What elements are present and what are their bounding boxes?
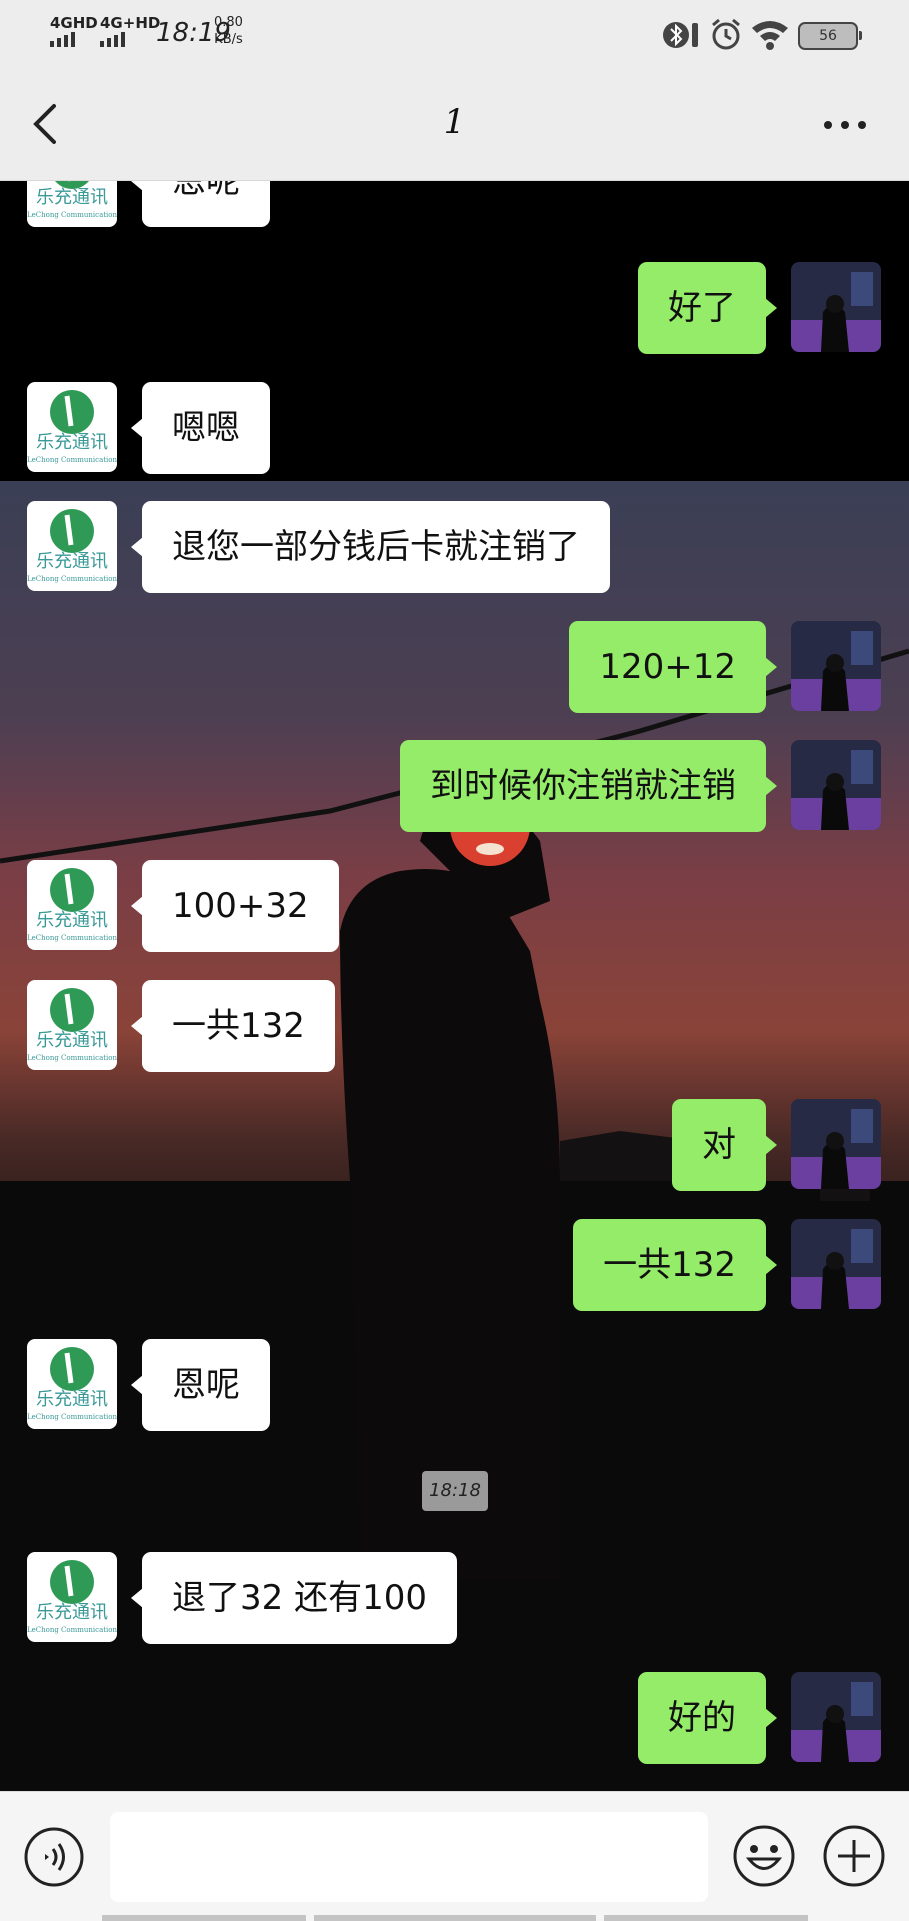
message-bubble-incoming[interactable]: 100+32 [131, 860, 339, 952]
avatar-brand-subtext: LeChong Communication [27, 934, 117, 942]
message-bubble-outgoing[interactable]: 好的 [638, 1672, 777, 1764]
message-bubble-incoming[interactable]: 退您一部分钱后卡就注销了 [131, 501, 610, 593]
signal-bars-icon [50, 32, 75, 47]
home-indicator [604, 1915, 808, 1921]
input-bar [0, 1791, 909, 1921]
avatar-brand-text: 乐充通讯 [36, 432, 108, 453]
contact-avatar[interactable]: 乐充通讯 LeChong Communication [27, 1552, 117, 1642]
contact-avatar[interactable]: 乐充通讯 LeChong Communication [27, 980, 117, 1070]
avatar-brand-text: 乐充通讯 [36, 551, 108, 572]
home-indicator [314, 1915, 596, 1921]
contact-avatar[interactable]: 乐充通讯 LeChong Communication [27, 382, 117, 472]
my-avatar[interactable] [791, 740, 881, 830]
message-bubble-outgoing[interactable]: 对 [672, 1099, 777, 1191]
message-bubble-incoming[interactable]: 嗯嗯 [131, 382, 270, 474]
chat-header: 1 [0, 68, 909, 181]
more-dots-icon[interactable] [820, 110, 870, 140]
avatar-brand-subtext: LeChong Communication [27, 456, 117, 464]
status-bar: 4GHD 4G+HD 18:19 0.80 KB/s 56 [0, 0, 909, 68]
message-bubble-outgoing[interactable]: 一共132 [573, 1219, 777, 1311]
message-timestamp: 18:18 [422, 1471, 488, 1511]
message-bubble-incoming[interactable]: 退了32 还有100 [131, 1552, 457, 1644]
avatar-brand-subtext: LeChong Communication [27, 575, 117, 583]
wifi-icon [752, 21, 788, 50]
my-avatar[interactable] [791, 262, 881, 352]
message-input[interactable] [110, 1812, 708, 1902]
avatar-brand-subtext: LeChong Communication [27, 1626, 117, 1634]
network-speed-value: 0.80 [214, 15, 243, 30]
contact-avatar[interactable]: 乐充通讯 LeChong Communication [27, 501, 117, 591]
contact-avatar[interactable]: 乐充通讯 LeChong Communication [27, 860, 117, 950]
message-bubble-incoming[interactable]: 一共132 [131, 980, 335, 1072]
alarm-icon [712, 18, 740, 50]
network-speed: 0.80 KB/s [214, 14, 243, 48]
emoji-icon[interactable] [732, 1824, 796, 1888]
avatar-brand-subtext: LeChong Communication [27, 1413, 117, 1421]
my-avatar[interactable] [791, 621, 881, 711]
battery-indicator: 56 [798, 22, 862, 50]
plus-icon[interactable] [822, 1824, 886, 1888]
message-bubble-incoming[interactable]: 恩呢 [131, 1339, 270, 1431]
network-indicator-1: 4GHD [50, 14, 98, 32]
avatar-brand-text: 乐充通讯 [36, 910, 108, 931]
avatar-brand-text: 乐充通讯 [36, 1030, 108, 1051]
network-indicator-2: 4G+HD [100, 14, 161, 32]
bluetooth-icon [663, 22, 698, 48]
avatar-brand-subtext: LeChong Communication [27, 211, 117, 219]
message-bubble-outgoing[interactable]: 到时候你注销就注销 [400, 740, 777, 832]
voice-icon[interactable] [23, 1826, 85, 1888]
message-bubble-outgoing[interactable]: 好了 [638, 262, 777, 354]
chat-area[interactable]: 乐充通讯 LeChong Communication 乐充通讯 LeChong Co… [0, 181, 909, 1791]
signal-bars-icon [100, 32, 125, 47]
network-speed-unit: KB/s [214, 32, 243, 47]
contact-avatar[interactable]: 乐充通讯 LeChong Communication [27, 1339, 117, 1429]
my-avatar[interactable] [791, 1219, 881, 1309]
avatar-brand-text: 乐充通讯 [36, 1602, 108, 1623]
home-indicator [102, 1915, 306, 1921]
chat-title: 1 [443, 102, 466, 142]
contact-avatar[interactable]: 乐充通讯 LeChong Communication [27, 181, 117, 227]
avatar-brand-text: 乐充通讯 [36, 1389, 108, 1410]
my-avatar[interactable] [791, 1099, 881, 1189]
message-bubble-outgoing[interactable]: 120+12 [569, 621, 777, 713]
avatar-brand-subtext: LeChong Communication [27, 1054, 117, 1062]
message-bubble-incoming[interactable]: 恩呢 [131, 181, 270, 227]
my-avatar[interactable] [791, 1672, 881, 1762]
avatar-brand-text: 乐充通讯 [36, 187, 108, 208]
